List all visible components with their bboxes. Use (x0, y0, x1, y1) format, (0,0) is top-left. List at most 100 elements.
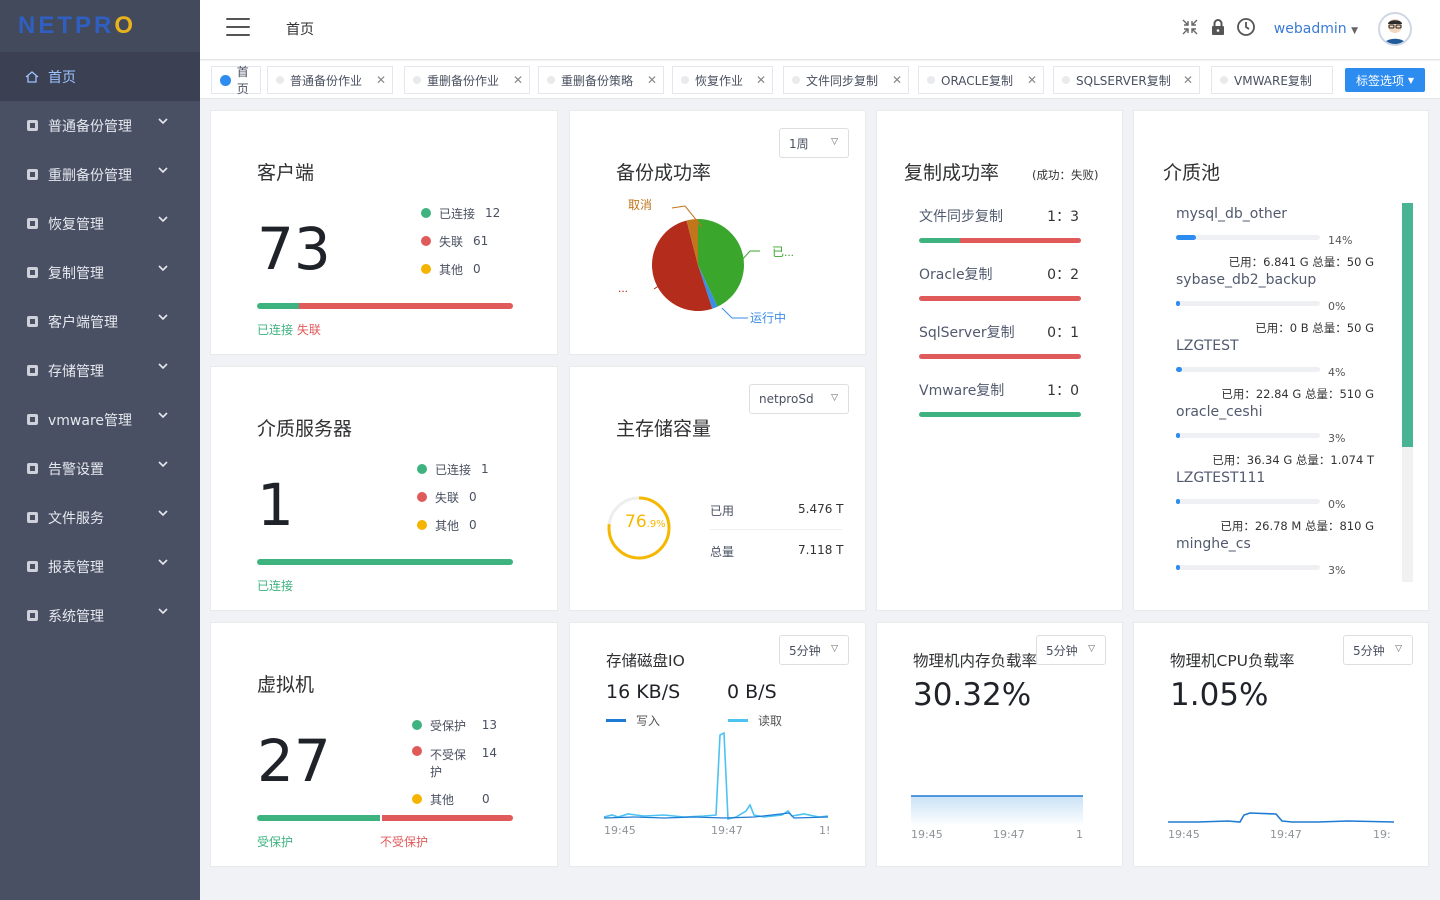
tab-1[interactable]: 普通备份作业 ✕ (267, 66, 393, 94)
replication-subtitle: (成功：失败) (1032, 168, 1099, 182)
sidebar-item-label: 重删备份管理 (48, 167, 132, 184)
tab-3[interactable]: 重删备份策略 ✕ (538, 66, 664, 94)
close-icon[interactable]: ✕ (1183, 73, 1193, 87)
media-pool-item: sybase_db2_backup 0% 已用：0 B 总量：50 G (1176, 272, 1374, 335)
sidebar-item-1[interactable]: 普通备份管理 (0, 101, 200, 150)
storage-icon (24, 363, 40, 379)
replication-bar (919, 412, 1081, 417)
tab-dot (681, 76, 689, 84)
disk-io-chart (604, 731, 829, 821)
disk-io-period-select[interactable]: 5分钟 ▽ (779, 635, 849, 665)
lock-icon[interactable] (1208, 17, 1228, 41)
chevron-down-icon (158, 264, 168, 275)
tab-5[interactable]: 文件同步复制 ✕ (783, 66, 909, 94)
vmware-icon (24, 412, 40, 428)
disk-io-card: 存储磁盘IO 5分钟 ▽ 16 KB/S 0 B/S 写入 读取 19:45 19… (569, 622, 866, 867)
tag-options-button[interactable]: 标签选项 ▼ (1345, 68, 1425, 92)
close-icon[interactable]: ✕ (513, 73, 523, 87)
backup-rate-pie: 取消 已... 运行中 ... (618, 198, 794, 325)
sidebar-item-label: vmware管理 (48, 412, 133, 429)
menu-toggle-icon[interactable] (226, 18, 250, 38)
copy-icon (24, 265, 40, 281)
sidebar-item-10[interactable]: 报表管理 (0, 542, 200, 591)
tab-dot (413, 76, 421, 84)
close-icon[interactable]: ✕ (756, 73, 766, 87)
cpu-tick-2: 19: (1373, 828, 1391, 841)
clock-icon[interactable] (1236, 17, 1256, 41)
disk-io-tick-0: 19:45 (604, 824, 636, 837)
replication-row: 文件同步复制 1：3 (919, 206, 1081, 243)
replication-row: Vmware复制 1：0 (919, 380, 1081, 417)
sidebar-item-6[interactable]: 存储管理 (0, 346, 200, 395)
backup-period-select[interactable]: 1周 ▽ (779, 128, 849, 158)
sidebar-item-9[interactable]: 文件服务 (0, 493, 200, 542)
mem-card: 物理机内存负载率 5分钟 ▽ 30.32% 19:45 19:47 1 (876, 622, 1123, 867)
tab-label: VMWARE复制 (1234, 73, 1312, 88)
sidebar-item-4[interactable]: 复制管理 (0, 248, 200, 297)
chevron-down-icon (158, 509, 168, 520)
tags-bar: 首页 普通备份作业 ✕ 重删备份作业 ✕ 重删备份策略 ✕ 恢复作业 ✕ 文件同步复制 ✕ ORACL… (200, 61, 1440, 99)
vm-count: 27 (257, 727, 331, 795)
media-server-card: 介质服务器 1 已连接 1 失联 0 其他 0 已连接 (210, 366, 558, 611)
close-icon[interactable]: ✕ (376, 73, 386, 87)
tab-0[interactable]: 首页 (211, 65, 261, 96)
mem-period-select[interactable]: 5分钟 ▽ (1036, 635, 1106, 665)
tab-dot (1062, 76, 1070, 84)
sidebar-item-11[interactable]: 系统管理 (0, 591, 200, 640)
cpu-card: 物理机CPU负载率 5分钟 ▽ 1.05% 19:45 19:47 19: (1133, 622, 1429, 867)
sidebar-item-label: 告警设置 (48, 461, 104, 478)
logo: NETPRO (0, 0, 200, 52)
clients-bar-label-lost: 失联 (296, 323, 321, 337)
sidebar-item-3[interactable]: 恢复管理 (0, 199, 200, 248)
tab-2[interactable]: 重删备份作业 ✕ (404, 66, 530, 94)
sidebar-item-7[interactable]: vmware管理 (0, 395, 200, 444)
chevron-down-icon (158, 166, 168, 177)
sidebar-item-5[interactable]: 客户端管理 (0, 297, 200, 346)
tab-label: 普通备份作业 (290, 73, 363, 88)
pie-label-failed: ... (618, 281, 628, 295)
replication-title: 复制成功率 (904, 162, 1000, 184)
cpu-period-select[interactable]: 5分钟 ▽ (1343, 635, 1413, 665)
disk-io-read-value: 0 B/S (727, 681, 777, 703)
disk-io-write-label: 写入 (636, 714, 661, 728)
user-menu[interactable]: webadmin ▼ (1274, 21, 1358, 37)
disk-io-title: 存储磁盘IO (606, 652, 685, 670)
clients-legend: 已连接 12 失联 61 其他 0 (421, 199, 500, 283)
media-server-count: 1 (257, 471, 294, 539)
legend-item: 其他 0 (421, 255, 500, 283)
replication-card: 复制成功率 (成功：失败) 文件同步复制 1：3 Oracle复制 0：2 SqlSer… (876, 110, 1123, 611)
legend-item: 失联 61 (421, 227, 500, 255)
mem-value: 30.32% (913, 677, 1032, 713)
sidebar-item-label: 客户端管理 (48, 314, 118, 331)
database-icon (24, 118, 40, 134)
vm-bar-label-unprotected: 不受保护 (380, 835, 429, 849)
media-pool-item: LZGTEST 4% 已用：22.84 G 总量：510 G (1176, 338, 1374, 401)
close-icon[interactable]: ✕ (647, 73, 657, 87)
mem-tick-0: 19:45 (911, 828, 943, 841)
sidebar-item-label: 系统管理 (48, 608, 104, 625)
sidebar-item-0[interactable]: 首页 (0, 52, 200, 101)
alarm-icon (24, 461, 40, 477)
sidebar: NETPRO 首页 普通备份管理重删备份管理恢复管理复制管理客户端管理存储管理 vm… (0, 0, 200, 900)
tab-4[interactable]: 恢复作业 ✕ (672, 66, 773, 94)
tab-6[interactable]: ORACLE复制 ✕ (918, 66, 1044, 94)
disk-io-read-label: 读取 (758, 714, 783, 728)
sidebar-item-label: 复制管理 (48, 265, 104, 282)
fullscreen-exit-icon[interactable] (1180, 17, 1200, 41)
sidebar-item-label: 存储管理 (48, 363, 104, 380)
avatar[interactable] (1378, 12, 1412, 46)
tab-label: 首页 (236, 65, 249, 96)
chevron-down-icon (158, 362, 168, 373)
close-icon[interactable]: ✕ (1027, 73, 1037, 87)
media-pool-scroll-thumb[interactable] (1402, 203, 1413, 447)
replication-row: SqlServer复制 0：1 (919, 322, 1081, 359)
tab-8[interactable]: VMWARE复制 (1211, 66, 1333, 94)
tab-label: 文件同步复制 (806, 73, 879, 88)
storage-select[interactable]: netproSd ▽ (749, 384, 849, 414)
sidebar-item-2[interactable]: 重删备份管理 (0, 150, 200, 199)
sidebar-item-8[interactable]: 告警设置 (0, 444, 200, 493)
media-pool-card: 介质池 mysql_db_other 14% 已用：6.841 G 总量：50 Gs… (1133, 110, 1429, 611)
media-pool-item: mysql_db_other 14% 已用：6.841 G 总量：50 G (1176, 206, 1374, 269)
tab-7[interactable]: SQLSERVER复制 ✕ (1053, 66, 1200, 94)
close-icon[interactable]: ✕ (892, 73, 902, 87)
